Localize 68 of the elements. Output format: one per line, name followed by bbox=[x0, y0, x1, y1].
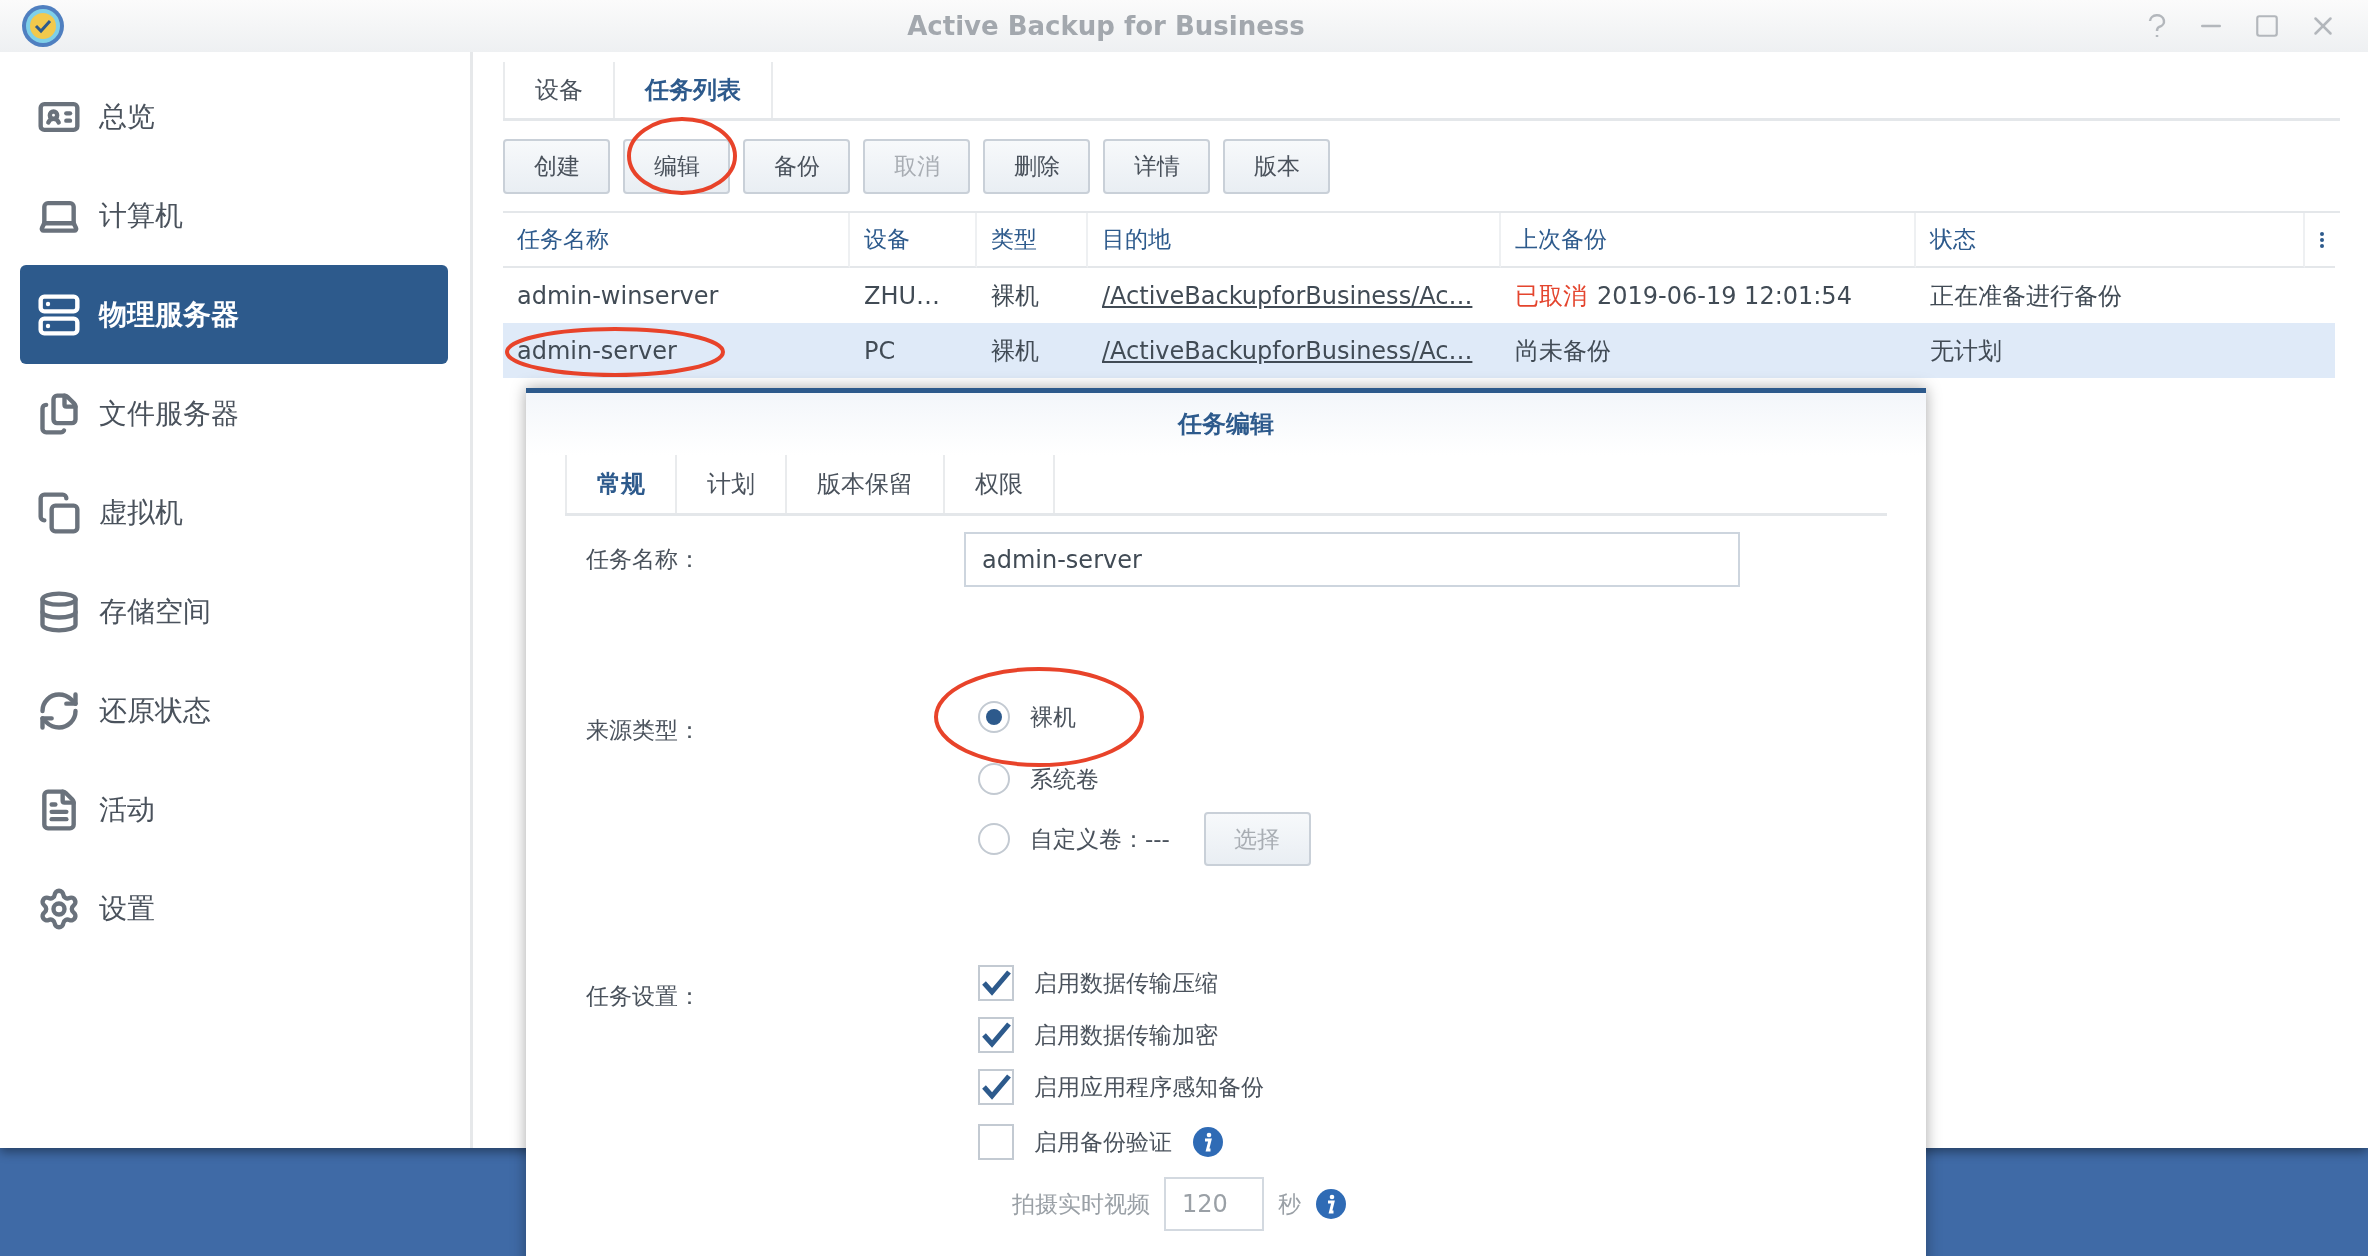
toolbar-button[interactable]: 删除 bbox=[983, 139, 1090, 194]
field-label: 任务设置： bbox=[586, 982, 702, 1011]
sidebar-item[interactable]: 活动 bbox=[20, 760, 448, 859]
checkbox[interactable] bbox=[978, 1124, 1014, 1160]
dialog-title: 任务编辑 bbox=[1178, 409, 1274, 440]
sidebar-item[interactable]: 存储空间 bbox=[20, 562, 448, 661]
sidebar-item[interactable]: 文件服务器 bbox=[20, 364, 448, 463]
radio-button[interactable] bbox=[978, 823, 1010, 855]
tab[interactable]: 设备 bbox=[503, 62, 613, 118]
toolbar-button[interactable]: 创建 bbox=[503, 139, 610, 194]
radio-button[interactable] bbox=[978, 701, 1010, 733]
table-cell-text: 裸机 bbox=[991, 280, 1039, 312]
field-label: 来源类型： bbox=[586, 716, 702, 745]
toolbar-button[interactable]: 版本 bbox=[1223, 139, 1330, 194]
settings-icon bbox=[37, 886, 81, 931]
field-label: 拍摄实时视频 bbox=[1012, 1189, 1150, 1219]
field-label: 任务名称： bbox=[586, 545, 702, 574]
toolbar-button[interactable]: 详情 bbox=[1103, 139, 1210, 194]
app-logo-icon bbox=[20, 3, 66, 49]
table-cell: 2019-06-19 12:01:54 bbox=[1597, 281, 1852, 310]
sidebar-item[interactable]: 总览 bbox=[20, 67, 448, 166]
window-title: Active Backup for Business bbox=[906, 11, 1306, 41]
info-icon[interactable] bbox=[1192, 1126, 1224, 1158]
radio-label[interactable]: 自定义卷：--- bbox=[1030, 823, 1170, 855]
table-row[interactable]: admin-server PC 裸机 /ActiveBackupforBusiness/Ac… 尚未备份 无计划 bbox=[503, 323, 2335, 378]
checkbox-label[interactable]: 启用数据传输压缩 bbox=[1034, 967, 1218, 999]
table-cell-text: 尚未备份 bbox=[1515, 335, 1611, 367]
task-name-input[interactable]: admin-server bbox=[964, 532, 1740, 587]
database-icon bbox=[37, 589, 81, 634]
more-options-icon[interactable] bbox=[2319, 229, 2325, 250]
checkbox[interactable] bbox=[978, 1069, 1014, 1105]
checkbox[interactable] bbox=[978, 1017, 1014, 1053]
status-label: 已取消 bbox=[1515, 280, 1587, 312]
tab[interactable]: 版本保留 bbox=[785, 455, 943, 513]
radio-label[interactable]: 裸机 bbox=[1030, 701, 1076, 733]
tab[interactable]: 权限 bbox=[943, 455, 1055, 513]
files-icon bbox=[37, 391, 81, 436]
sidebar-item[interactable]: 物理服务器 bbox=[20, 265, 448, 364]
tab[interactable]: 任务列表 bbox=[613, 62, 773, 118]
table-cell: PC bbox=[864, 336, 896, 365]
toolbar-button[interactable]: 备份 bbox=[743, 139, 850, 194]
table-cell: admin-server bbox=[517, 336, 677, 365]
checkbox-label[interactable]: 启用备份验证 bbox=[1034, 1126, 1172, 1158]
radio-label[interactable]: 系统卷 bbox=[1030, 763, 1099, 795]
destination-link[interactable]: /ActiveBackupforBusiness/Ac… bbox=[1102, 336, 1473, 365]
toolbar-button[interactable]: 编辑 bbox=[623, 139, 730, 194]
radio-button[interactable] bbox=[978, 763, 1010, 795]
tab[interactable]: 常规 bbox=[565, 455, 675, 513]
sidebar-item[interactable]: 还原状态 bbox=[20, 661, 448, 760]
table-cell-text: 正在准备进行备份 bbox=[1930, 280, 2122, 312]
checkmark-icon bbox=[981, 970, 1011, 996]
checkmark-icon bbox=[981, 1074, 1011, 1100]
checkbox[interactable] bbox=[978, 965, 1014, 1001]
checkbox-label[interactable]: 启用数据传输加密 bbox=[1034, 1019, 1218, 1051]
checkmark-icon bbox=[981, 1022, 1011, 1048]
server-icon bbox=[37, 292, 81, 337]
table-cell-text: 无计划 bbox=[1930, 335, 2002, 367]
tab[interactable]: 计划 bbox=[675, 455, 785, 513]
destination-link[interactable]: /ActiveBackupforBusiness/Ac… bbox=[1102, 281, 1473, 310]
unit-label: 秒 bbox=[1278, 1189, 1301, 1219]
table-cell: ZHU… bbox=[864, 281, 941, 310]
checkbox-label[interactable]: 启用应用程序感知备份 bbox=[1034, 1071, 1264, 1103]
table-cell: admin-winserver bbox=[517, 281, 719, 310]
sidebar-item[interactable]: 计算机 bbox=[20, 166, 448, 265]
copy-icon bbox=[37, 490, 81, 535]
sidebar-item[interactable]: 设置 bbox=[20, 859, 448, 958]
table-cell-text: 裸机 bbox=[991, 335, 1039, 367]
sidebar-item[interactable]: 虚拟机 bbox=[20, 463, 448, 562]
